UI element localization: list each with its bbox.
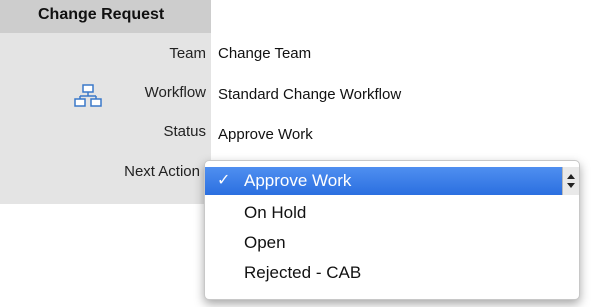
section-header: Change Request <box>0 0 211 33</box>
option-label: Open <box>244 233 286 252</box>
checkmark-icon: ✓ <box>217 172 231 189</box>
option-label: On Hold <box>244 203 307 222</box>
option-label: Approve Work <box>244 171 352 190</box>
dropdown-option-rejected-cab[interactable]: Rejected - CAB <box>205 258 579 288</box>
workflow-icon[interactable] <box>74 82 102 110</box>
team-value: Change Team <box>218 45 312 62</box>
status-label: Status <box>163 123 206 140</box>
select-stepper-icon[interactable] <box>562 167 579 195</box>
next-action-dropdown[interactable]: ✓ Approve Work On Hold Open Rejected - C… <box>204 160 580 300</box>
dropdown-option-approve-work[interactable]: ✓ Approve Work <box>205 167 579 195</box>
chevron-up-icon <box>567 174 575 179</box>
next-action-label: Next Action <box>124 163 200 180</box>
section-title: Change Request <box>38 6 165 23</box>
team-label: Team <box>169 45 206 62</box>
chevron-down-icon <box>567 183 575 188</box>
dropdown-option-on-hold[interactable]: On Hold <box>205 198 579 228</box>
option-label: Rejected - CAB <box>244 263 362 282</box>
workflow-label: Workflow <box>144 84 206 101</box>
status-value: Approve Work <box>218 126 313 143</box>
dropdown-option-open[interactable]: Open <box>205 228 579 258</box>
workflow-value: Standard Change Workflow <box>218 86 402 103</box>
